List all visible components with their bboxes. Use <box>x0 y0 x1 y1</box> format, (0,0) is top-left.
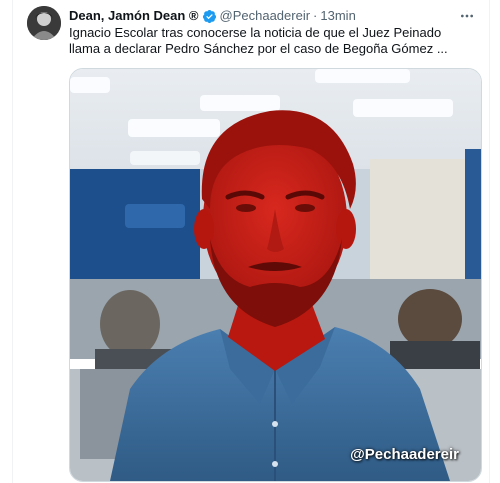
tweet-card[interactable]: Dean, Jamón Dean ® @Pechaadereir · 13min… <box>12 0 490 483</box>
tweet-text: Ignacio Escolar tras conocerse la notici… <box>69 25 448 56</box>
post-timestamp[interactable]: 13min <box>320 8 355 24</box>
tweet-header: Dean, Jamón Dean ® @Pechaadereir · 13min <box>69 8 459 24</box>
author-handle[interactable]: @Pechaadereir <box>220 8 311 24</box>
author-avatar[interactable] <box>27 6 61 40</box>
header-separator: · <box>313 8 318 23</box>
media-watermark: @Pechaadereir <box>350 446 459 463</box>
tweet-media-image[interactable]: @Pechaadereir <box>69 68 482 482</box>
meme-photo <box>70 69 481 481</box>
more-options-icon[interactable] <box>457 6 477 26</box>
author-name[interactable]: Dean, Jamón Dean ® <box>69 8 199 24</box>
verified-badge-icon <box>202 9 217 24</box>
